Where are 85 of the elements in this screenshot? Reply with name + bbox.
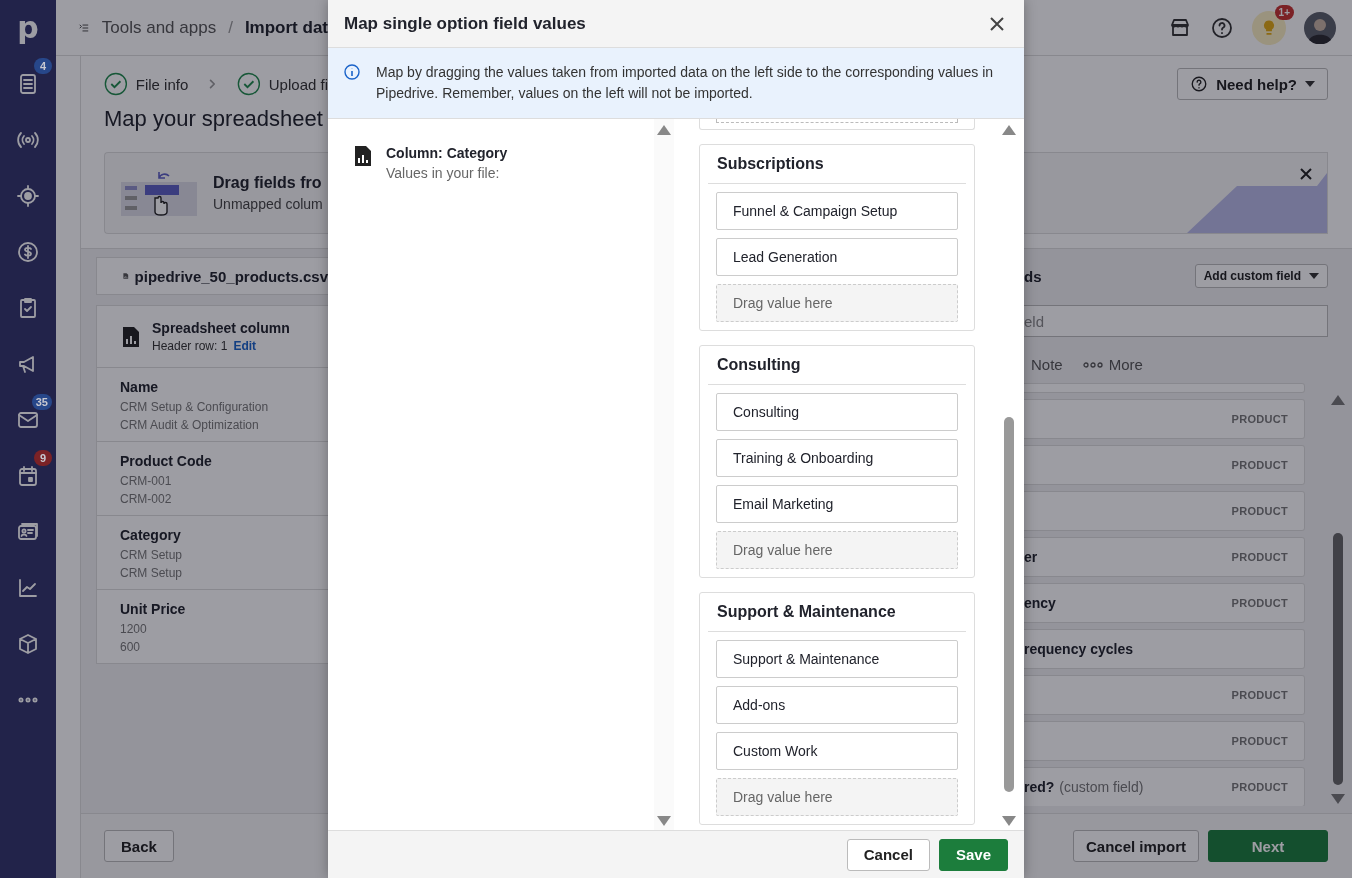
- step-label: Upload fi: [268, 75, 328, 93]
- box-icon[interactable]: [16, 632, 40, 656]
- scroll-down-icon[interactable]: [1331, 794, 1345, 804]
- option-name: Support & Maintenance: [708, 593, 966, 632]
- app-logo[interactable]: p: [17, 0, 39, 56]
- info-icon: [344, 64, 360, 80]
- mapped-value-chip[interactable]: Email Marketing: [716, 485, 958, 523]
- close-icon[interactable]: [1299, 167, 1313, 181]
- help-dropdown-button[interactable]: Need help?: [1177, 68, 1328, 100]
- scroll-up-icon[interactable]: [1331, 395, 1345, 405]
- avatar[interactable]: [1304, 11, 1336, 44]
- breadcrumb-link[interactable]: Tools and apps: [101, 17, 217, 38]
- help-icon: [1190, 75, 1209, 93]
- filter-tab[interactable]: Note: [1031, 356, 1063, 373]
- column-name: Category: [120, 527, 182, 543]
- more-icon: [1082, 361, 1103, 368]
- scroll-down-icon[interactable]: [1002, 816, 1016, 826]
- scroll-up-icon[interactable]: [1002, 125, 1016, 135]
- cancel-import-button[interactable]: Cancel import: [1072, 830, 1199, 862]
- drop-zone: Drag value here: [716, 531, 958, 569]
- calendar-icon[interactable]: [16, 464, 40, 488]
- card-title: Spreadsheet column: [152, 320, 290, 336]
- save-button[interactable]: Save: [938, 838, 1008, 871]
- scrollbar-thumb[interactable]: [1004, 417, 1014, 792]
- field-row[interactable]: er PRODUCT: [1024, 537, 1305, 577]
- sample-value: CRM Setup: [120, 565, 184, 582]
- dollar-icon[interactable]: [16, 240, 40, 264]
- breadcrumb-current: Import dat: [244, 17, 328, 38]
- field-row[interactable]: red? (custom field) PRODUCT: [1024, 767, 1305, 806]
- mapped-value-chip[interactable]: Custom Work: [716, 732, 958, 770]
- caret-icon: [1309, 273, 1319, 279]
- notification-badge: 1+: [1274, 4, 1294, 20]
- mapped-value-chip[interactable]: Training & Onboarding: [716, 439, 958, 477]
- sample-value: CRM Audit & Optimization: [120, 417, 260, 434]
- sample-value: CRM-002: [120, 491, 173, 508]
- add-custom-field-button[interactable]: Add custom field: [1194, 264, 1328, 288]
- mapped-value-chip[interactable]: Lead Generation: [716, 238, 958, 276]
- cancel-button[interactable]: Cancel: [846, 838, 930, 871]
- source-column-subtitle: Values in your file:: [386, 165, 501, 181]
- breadcrumb-separator: /: [228, 17, 233, 38]
- sample-value: 600: [120, 639, 142, 656]
- next-button[interactable]: Next: [1208, 830, 1328, 862]
- file-chart-icon: [354, 145, 372, 167]
- banner-title: Drag fields fro: [213, 174, 323, 192]
- section-heading: ds: [1024, 267, 1042, 285]
- drop-zone: Drag value here: [716, 778, 958, 816]
- close-icon[interactable]: [990, 16, 1004, 31]
- column-name: Name: [120, 379, 160, 395]
- sample-value: CRM Setup: [120, 547, 184, 564]
- help-icon[interactable]: [1210, 15, 1234, 40]
- scrollbar-thumb[interactable]: [1333, 532, 1343, 785]
- option-name: Consulting: [708, 346, 966, 385]
- column-name: Product Code: [120, 453, 213, 469]
- info-message: Map by dragging the values taken from imported data on the left side to the corresponding values in Pipedrive. Remember, values on the left will not be imported.: [376, 63, 995, 103]
- drop-zone: Drag value here: [716, 284, 958, 322]
- sample-value: 1200: [120, 621, 148, 638]
- dialog-title: Map single option field values: [344, 13, 586, 34]
- file-tab[interactable]: pipedrive_50_products.csv: [96, 257, 328, 295]
- page-title: Map your spreadsheet: [104, 106, 324, 132]
- caret-icon: [1305, 81, 1315, 87]
- field-row[interactable]: requency cycles: [1024, 629, 1305, 669]
- mapped-value-chip[interactable]: Consulting: [716, 393, 958, 431]
- header-row-label: Header row: 1: [152, 339, 228, 353]
- mapped-value-chip[interactable]: Support & Maintenance: [716, 640, 958, 678]
- sample-value: CRM-001: [120, 473, 173, 490]
- chart-icon[interactable]: [16, 576, 40, 600]
- count-badge: 9: [34, 450, 52, 466]
- scroll-up-icon[interactable]: [657, 125, 671, 135]
- source-column-title: Column: Category: [386, 145, 508, 161]
- back-button[interactable]: Back: [104, 830, 174, 862]
- filter-tab[interactable]: More: [1082, 356, 1143, 373]
- file-chart-icon: [122, 325, 140, 348]
- edit-link[interactable]: Edit: [233, 339, 257, 353]
- scroll-down-icon[interactable]: [657, 816, 671, 826]
- option-name: Subscriptions: [708, 145, 966, 184]
- field-row[interactable]: ency PRODUCT: [1024, 583, 1305, 623]
- mapped-value-chip[interactable]: Funnel & Campaign Setup: [716, 192, 958, 230]
- step-label: File info: [135, 75, 189, 93]
- count-badge: 35: [31, 394, 52, 410]
- target-icon[interactable]: [16, 184, 40, 208]
- banner-subtitle: Unmapped colum: [213, 196, 323, 212]
- column-name: Unit Price: [120, 601, 187, 617]
- count-badge: 4: [34, 58, 52, 74]
- mapped-value-chip[interactable]: Add-ons: [716, 686, 958, 724]
- sample-value: CRM Setup & Configuration: [120, 399, 270, 416]
